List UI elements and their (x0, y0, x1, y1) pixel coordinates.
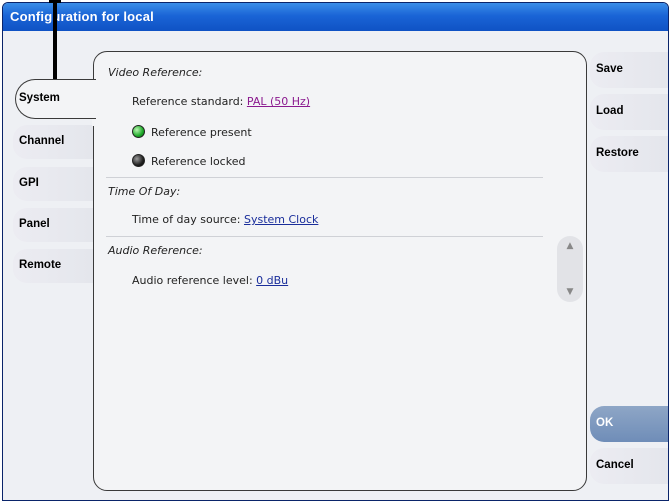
config-window: Configuration for local System Channel G… (2, 2, 669, 501)
tab-remote[interactable]: Remote (13, 249, 93, 283)
ok-button-label: OK (596, 417, 614, 429)
chevron-up-icon[interactable]: ▲ (564, 242, 576, 251)
chevron-down-icon[interactable]: ▼ (564, 288, 576, 297)
tab-remote-label: Remote (19, 259, 62, 271)
time-of-day-heading: Time Of Day: (108, 185, 181, 198)
time-source-row: Time of day source: System Clock (132, 213, 318, 226)
reference-standard-value[interactable]: PAL (50 Hz) (247, 95, 310, 108)
audio-level-label: Audio reference level: (132, 274, 253, 287)
reference-present-row: Reference present (132, 125, 252, 139)
window-title: Configuration for local (10, 9, 154, 24)
tab-channel-label: Channel (19, 135, 65, 147)
restore-button-label: Restore (596, 147, 639, 159)
cancel-button[interactable]: Cancel (590, 448, 668, 484)
reference-locked-label: Reference locked (151, 155, 246, 168)
tab-panel-label: Panel (19, 218, 50, 230)
audio-level-row: Audio reference level: 0 dBu (132, 274, 288, 287)
reference-present-label: Reference present (151, 126, 252, 139)
title-bar[interactable]: Configuration for local (3, 3, 668, 31)
video-reference-heading: Video Reference: (108, 66, 203, 79)
load-button-label: Load (596, 105, 624, 117)
settings-panel: Video Reference: Reference standard: PAL… (92, 51, 587, 491)
divider (106, 177, 543, 178)
load-button[interactable]: Load (590, 94, 668, 130)
restore-button[interactable]: Restore (590, 136, 668, 172)
time-source-label: Time of day source: (132, 213, 241, 226)
reference-standard-row: Reference standard: PAL (50 Hz) (132, 95, 310, 108)
status-led-icon (132, 125, 145, 138)
status-led-icon (132, 154, 145, 167)
tab-panel[interactable]: Panel (13, 208, 93, 242)
tab-channel[interactable]: Channel (13, 125, 93, 159)
time-source-value[interactable]: System Clock (244, 213, 318, 226)
audio-reference-heading: Audio Reference: (108, 244, 203, 257)
scrollbar[interactable]: ▲ ▼ (557, 236, 583, 302)
tab-gpi-label: GPI (19, 177, 39, 189)
tab-system[interactable]: System (15, 79, 96, 119)
ok-button[interactable]: OK (590, 406, 668, 442)
save-button[interactable]: Save (590, 52, 668, 88)
text-cursor-icon (49, 0, 61, 86)
divider (106, 236, 543, 237)
tab-system-label: System (19, 92, 60, 104)
tab-gpi[interactable]: GPI (13, 167, 93, 201)
reference-standard-label: Reference standard: (132, 95, 244, 108)
audio-level-value[interactable]: 0 dBu (256, 274, 288, 287)
cancel-button-label: Cancel (596, 459, 634, 471)
reference-locked-row: Reference locked (132, 154, 245, 168)
save-button-label: Save (596, 63, 623, 75)
